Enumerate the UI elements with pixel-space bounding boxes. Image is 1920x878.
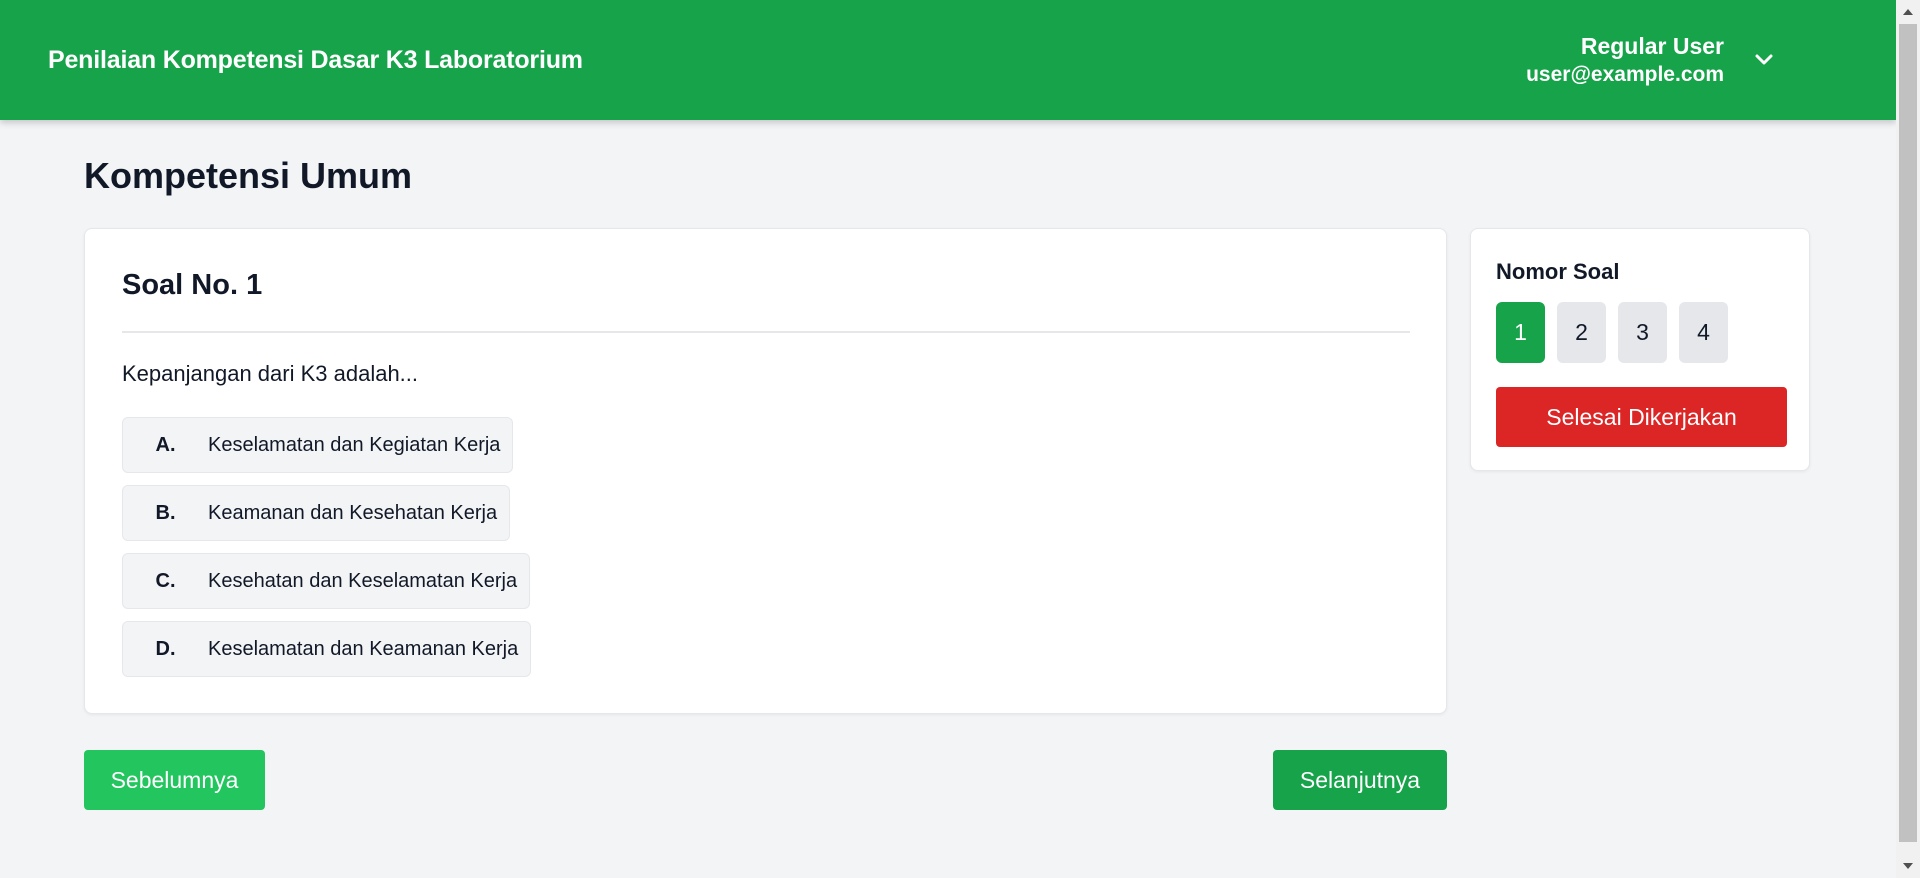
page-title: Kompetensi Umum: [84, 155, 413, 196]
option-letter: B.: [155, 501, 176, 524]
answer-option-d[interactable]: D. Keselamatan dan Keamanan Kerja: [122, 621, 532, 677]
option-text: Keselamatan dan Kegiatan Kerja: [208, 433, 501, 456]
option-letter: C.: [155, 569, 176, 592]
vertical-scrollbar[interactable]: [1896, 0, 1920, 878]
next-button[interactable]: Selanjutnya: [1273, 750, 1447, 810]
app-title: Penilaian Kompetensi Dasar K3 Laboratori…: [48, 45, 583, 74]
question-number-list: 1 2 3 4: [1496, 302, 1728, 363]
answer-option-c[interactable]: C. Kesehatan dan Keselamatan Kerja: [122, 553, 531, 609]
previous-button[interactable]: Sebelumnya: [84, 750, 265, 810]
answer-option-b[interactable]: B. Keamanan dan Kesehatan Kerja: [122, 485, 511, 541]
user-menu-toggle[interactable]: Regular User user@example.com: [1526, 31, 1776, 89]
panel-title: Nomor Soal: [1496, 259, 1620, 284]
scroll-up-arrow-icon[interactable]: [1896, 2, 1920, 22]
user-name: Regular User: [1580, 33, 1724, 59]
finish-button[interactable]: Selesai Dikerjakan: [1496, 387, 1787, 447]
option-text: Kesehatan dan Keselamatan Kerja: [208, 569, 518, 592]
user-info: Regular User user@example.com: [1526, 31, 1724, 89]
scroll-thumb[interactable]: [1899, 24, 1917, 842]
question-number-1[interactable]: 1: [1496, 302, 1545, 363]
question-number: Soal No. 1: [122, 269, 263, 301]
page: Penilaian Kompetensi Dasar K3 Laboratori…: [0, 0, 1920, 878]
answer-option-a[interactable]: A. Keselamatan dan Kegiatan Kerja: [122, 417, 514, 473]
scroll-down-arrow-icon[interactable]: [1896, 856, 1920, 876]
option-text: Keselamatan dan Keamanan Kerja: [208, 637, 519, 660]
divider: [122, 331, 1410, 333]
option-letter: A.: [155, 433, 176, 456]
option-letter: D.: [155, 637, 176, 660]
option-text: Keamanan dan Kesehatan Kerja: [208, 501, 498, 524]
question-number-4[interactable]: 4: [1679, 302, 1728, 363]
chevron-down-icon[interactable]: [1752, 48, 1776, 72]
question-number-panel: Nomor Soal 1 2 3 4 Selesai Dikerjakan: [1470, 228, 1810, 471]
question-card: Soal No. 1 Kepanjangan dari K3 adalah...…: [84, 228, 1447, 714]
question-text: Kepanjangan dari K3 adalah...: [122, 361, 419, 386]
question-number-3[interactable]: 3: [1618, 302, 1667, 363]
top-navbar: Penilaian Kompetensi Dasar K3 Laboratori…: [0, 0, 1896, 120]
user-email: user@example.com: [1526, 63, 1724, 86]
question-number-2[interactable]: 2: [1557, 302, 1606, 363]
